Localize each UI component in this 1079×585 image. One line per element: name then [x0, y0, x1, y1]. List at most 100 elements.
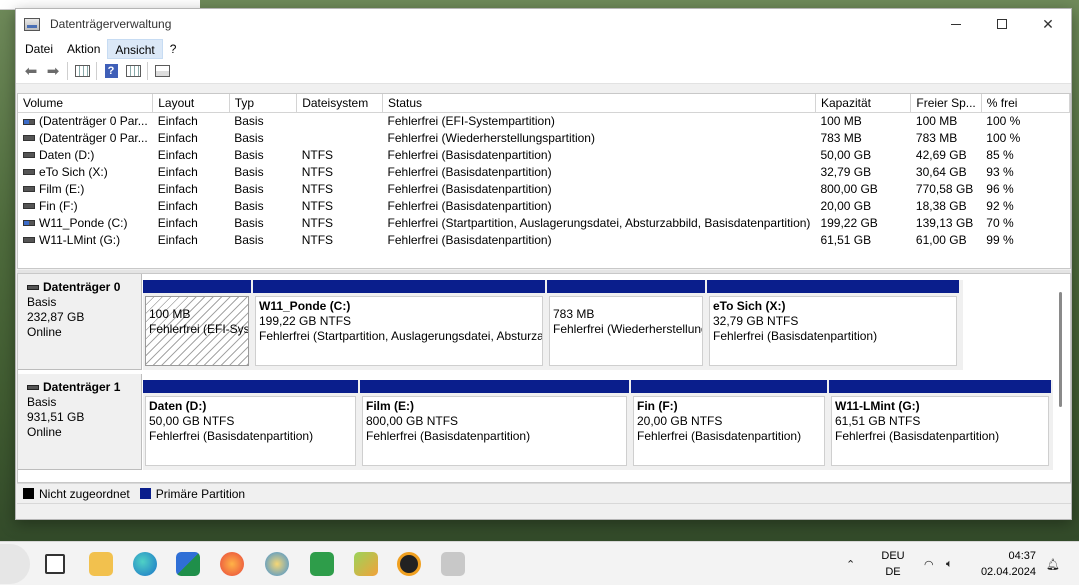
store-icon[interactable] [176, 552, 200, 576]
disk-1-size: 931,51 GB [27, 410, 85, 424]
minimize-button[interactable] [933, 9, 979, 39]
calc-spreadsheet-icon[interactable] [310, 552, 334, 576]
status-bar [17, 503, 1071, 519]
show-hidden-icons-button[interactable]: ⌃ [846, 542, 855, 585]
toolbar-separator [96, 62, 97, 80]
app-icon-globe[interactable] [265, 552, 289, 576]
filesystem-cell: NTFS [301, 198, 334, 213]
disk-1-type: Basis [27, 395, 57, 409]
app-icon-chart[interactable] [354, 552, 378, 576]
volume-icon [23, 169, 35, 176]
properties-button[interactable] [151, 61, 173, 81]
show-list-button[interactable] [71, 61, 93, 81]
volume-icon [23, 186, 35, 193]
partition-d[interactable]: Daten (D:) 50,00 GB NTFS Fehlerfrei (Bas… [143, 380, 358, 468]
back-button[interactable]: ⬅ [20, 61, 42, 81]
partition-status: Fehlerfrei (EFI-Systempartition) [149, 322, 248, 336]
status-cell: Fehlerfrei (Basisdatenpartition) [387, 147, 552, 162]
table-row[interactable]: Fin (F:) Einfach Basis NTFS Fehlerfrei (… [18, 197, 1070, 214]
partition-bar [360, 380, 629, 393]
clock[interactable]: 04:37 02.04.2024 [976, 548, 1036, 580]
percent-free-cell: 70 % [986, 215, 1014, 230]
volume-cell: (Datenträger 0 Par... [18, 112, 153, 129]
column-header-kapazitaet[interactable]: Kapazität [815, 94, 912, 113]
type-cell: Basis [234, 232, 264, 247]
disk-1-label[interactable]: Datenträger 1 Basis 931,51 GB Online [18, 374, 142, 470]
show-console-button[interactable] [122, 61, 144, 81]
partition-body: Fin (F:) 20,00 GB NTFS Fehlerfrei (Basis… [633, 396, 825, 466]
column-header-dateisystem[interactable]: Dateisystem [296, 94, 384, 113]
free-space-cell: 770,58 GB [915, 181, 974, 196]
table-row[interactable]: W11_Ponde (C:) Einfach Basis NTFS Fehler… [18, 214, 1070, 231]
table-row[interactable]: (Datenträger 0 Par... Einfach Basis Fehl… [18, 129, 1070, 146]
table-row[interactable]: W11-LMint (G:) Einfach Basis NTFS Fehler… [18, 231, 1070, 248]
partition-bar [631, 380, 827, 393]
partition-body: eTo Sich (X:) 32,79 GB NTFS Fehlerfrei (… [709, 296, 957, 366]
filesystem-cell: NTFS [301, 232, 334, 247]
column-header-freier-speicher[interactable]: Freier Sp... [910, 94, 982, 113]
volume-cell: eTo Sich (X:) [18, 163, 153, 180]
partition-f[interactable]: Fin (F:) 20,00 GB NTFS Fehlerfrei (Basis… [631, 380, 827, 468]
table-row[interactable]: Film (E:) Einfach Basis NTFS Fehlerfrei … [18, 180, 1070, 197]
forward-button[interactable]: ➡ [42, 61, 64, 81]
vertical-scrollbar[interactable] [1059, 292, 1062, 407]
volume-name: (Datenträger 0 Par... [39, 130, 148, 145]
column-header-typ[interactable]: Typ [229, 94, 298, 113]
menu-help[interactable]: ? [163, 39, 184, 59]
partition-x[interactable]: eTo Sich (X:) 32,79 GB NTFS Fehlerfrei (… [707, 280, 959, 368]
volume-name: Daten (D:) [39, 147, 95, 162]
column-header-prozent-frei[interactable]: % frei [981, 94, 1071, 113]
widgets-button[interactable] [0, 544, 30, 584]
menu-datei[interactable]: Datei [18, 39, 60, 59]
column-header-status[interactable]: Status [382, 94, 816, 113]
notifications-button[interactable]: 🔔︎ [1046, 542, 1060, 585]
arrow-left-icon: ⬅ [24, 63, 38, 80]
capacity-cell: 50,00 GB [820, 147, 872, 162]
maximize-button[interactable] [979, 9, 1025, 39]
volume-cell: W11_Ponde (C:) [18, 214, 153, 231]
task-view-icon[interactable] [45, 554, 65, 574]
partition-e[interactable]: Film (E:) 800,00 GB NTFS Fehlerfrei (Bas… [360, 380, 629, 468]
edge-browser-icon[interactable] [133, 552, 157, 576]
partition-g[interactable]: W11-LMint (G:) 61,51 GB NTFS Fehlerfrei … [829, 380, 1051, 468]
partition-recovery[interactable]: 783 MB Fehlerfrei (Wiederherstellungspar… [547, 280, 705, 368]
type-cell: Basis [234, 147, 264, 162]
help-button[interactable]: ? [100, 61, 122, 81]
partition-status: Fehlerfrei (Wiederherstellungspartition) [553, 322, 702, 336]
network-button[interactable]: ◠ [924, 542, 934, 585]
disk-0-state: Online [27, 325, 62, 339]
free-space-cell: 61,00 GB [915, 232, 967, 247]
media-player-icon[interactable] [397, 552, 421, 576]
free-space-cell: 18,38 GB [915, 198, 967, 213]
percent-free-cell: 100 % [986, 113, 1021, 128]
volume-cell: Fin (F:) [18, 197, 153, 214]
partition-efi[interactable]: 100 MB Fehlerfrei (EFI-Systempartition) [143, 280, 251, 368]
volume-button[interactable]: 🔈︎ [946, 542, 953, 585]
partition-body: W11_Ponde (C:) 199,22 GB NTFS Fehlerfrei… [255, 296, 543, 366]
firefox-icon[interactable] [220, 552, 244, 576]
table-row[interactable]: eTo Sich (X:) Einfach Basis NTFS Fehlerf… [18, 163, 1070, 180]
app-icon-usb[interactable] [441, 552, 465, 576]
partition-bar [707, 280, 959, 293]
title-bar[interactable]: Datenträgerverwaltung ✕ [16, 9, 1071, 39]
toolbar-separator [147, 62, 148, 80]
close-button[interactable]: ✕ [1025, 9, 1071, 39]
partition-name: eTo Sich (X:) [713, 299, 786, 313]
partition-c[interactable]: W11_Ponde (C:) 199,22 GB NTFS Fehlerfrei… [253, 280, 545, 368]
column-header-layout[interactable]: Layout [152, 94, 230, 113]
percent-free-cell: 93 % [986, 164, 1014, 179]
layout-cell: Einfach [157, 147, 198, 162]
input-language-indicator[interactable]: DEU DE [878, 548, 908, 580]
column-header-volume[interactable]: Volume [18, 94, 154, 113]
table-row[interactable]: Daten (D:) Einfach Basis NTFS Fehlerfrei… [18, 146, 1070, 163]
free-space-cell: 139,13 GB [915, 215, 974, 230]
menu-ansicht[interactable]: Ansicht [107, 39, 163, 59]
clock-date: 02.04.2024 [980, 566, 1036, 578]
percent-free-cell: 92 % [986, 198, 1014, 213]
disk-0-label[interactable]: Datenträger 0 Basis 232,87 GB Online [18, 274, 142, 370]
menu-aktion[interactable]: Aktion [60, 39, 107, 59]
status-cell: Fehlerfrei (Basisdatenpartition) [387, 198, 552, 213]
partition-name: Fin (F:) [637, 399, 678, 413]
file-explorer-icon[interactable] [89, 552, 113, 576]
table-row[interactable]: (Datenträger 0 Par... Einfach Basis Fehl… [18, 112, 1070, 129]
